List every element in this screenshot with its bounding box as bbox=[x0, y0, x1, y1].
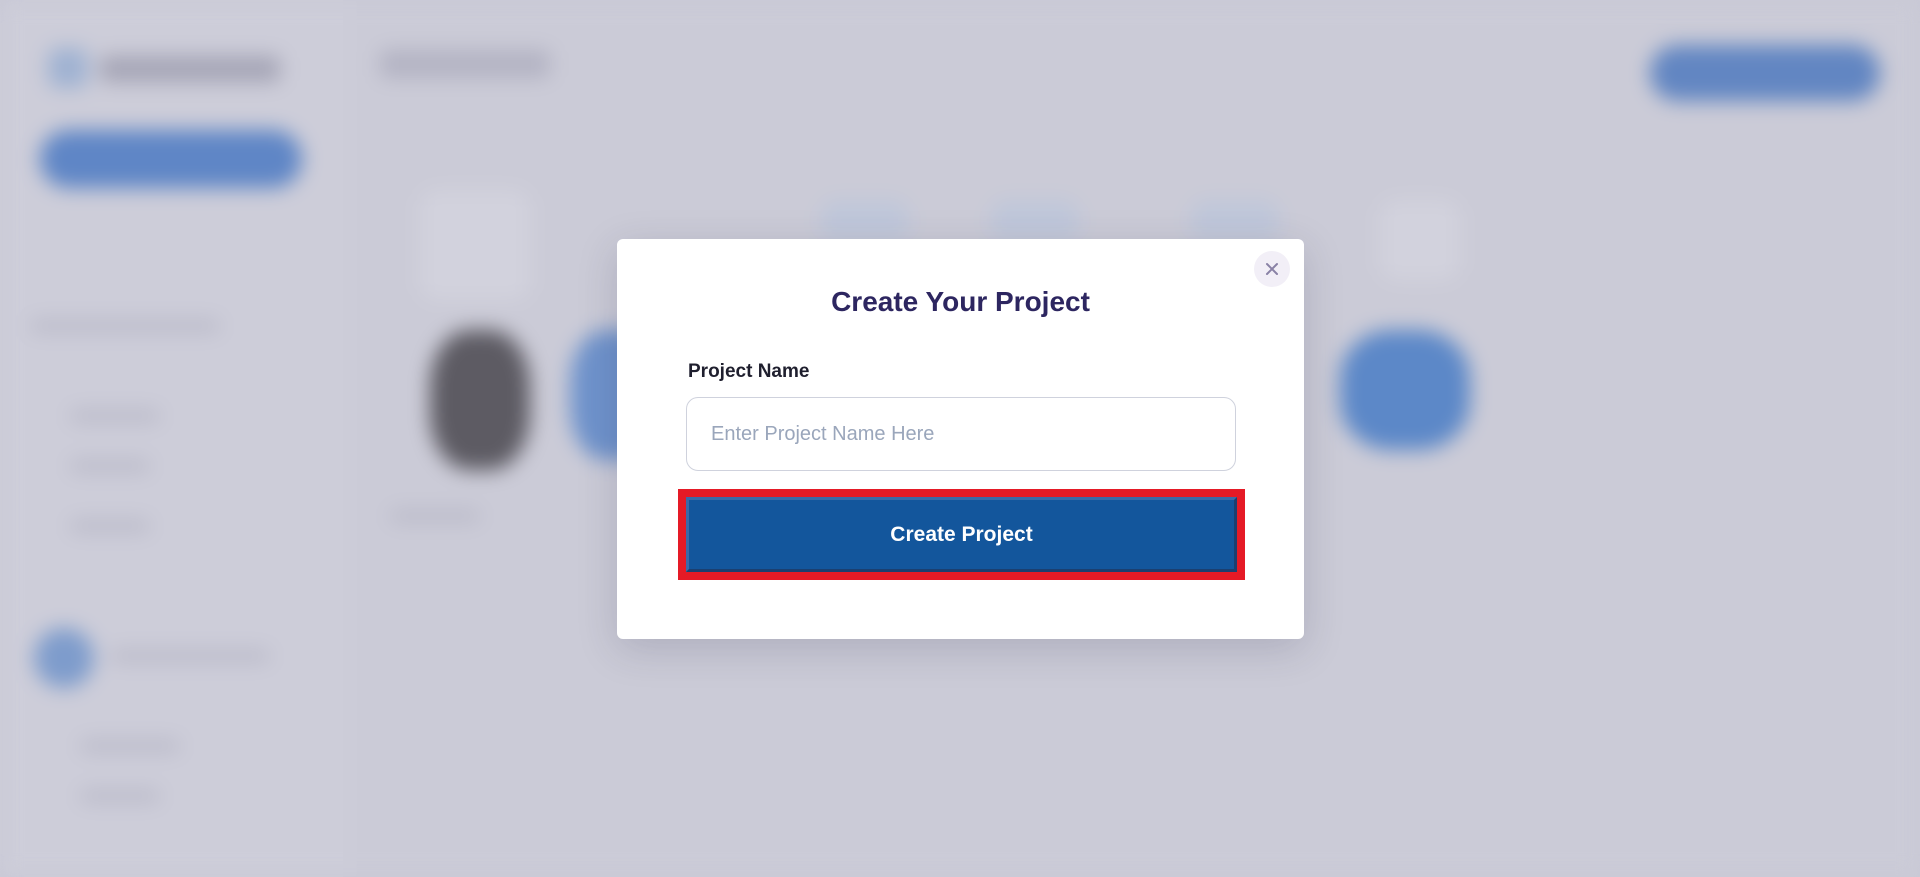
background-sidebar-button bbox=[40, 130, 302, 188]
background-sidebar-line bbox=[70, 460, 150, 472]
background-card bbox=[1380, 200, 1460, 280]
background-logo-text bbox=[100, 56, 280, 82]
background-card bbox=[1190, 200, 1280, 240]
close-icon bbox=[1266, 263, 1278, 275]
background-card bbox=[820, 200, 910, 240]
background-line bbox=[390, 510, 480, 522]
background-sidebar-line bbox=[80, 790, 160, 802]
create-project-button[interactable]: Create Project bbox=[686, 497, 1237, 572]
background-shape bbox=[1340, 330, 1470, 450]
create-project-modal: Create Your Project Project Name Create … bbox=[617, 239, 1304, 639]
background-sidebar-line bbox=[80, 740, 180, 752]
background-sidebar-line bbox=[110, 650, 270, 662]
background-sidebar-line bbox=[70, 520, 150, 532]
background-top-button bbox=[1650, 45, 1880, 101]
background-shape bbox=[430, 330, 530, 470]
background-page-title bbox=[380, 50, 550, 78]
modal-title: Create Your Project bbox=[831, 286, 1090, 317]
background-avatar bbox=[34, 628, 94, 688]
background-sidebar bbox=[0, 0, 350, 877]
background-sidebar-line bbox=[70, 410, 160, 422]
close-button[interactable] bbox=[1254, 251, 1290, 287]
project-name-input[interactable] bbox=[686, 397, 1236, 471]
background-card bbox=[990, 200, 1080, 240]
project-name-label: Project Name bbox=[688, 361, 810, 382]
background-card bbox=[420, 190, 530, 300]
background-sidebar-line bbox=[30, 320, 220, 332]
background-logo-mark bbox=[48, 48, 88, 88]
